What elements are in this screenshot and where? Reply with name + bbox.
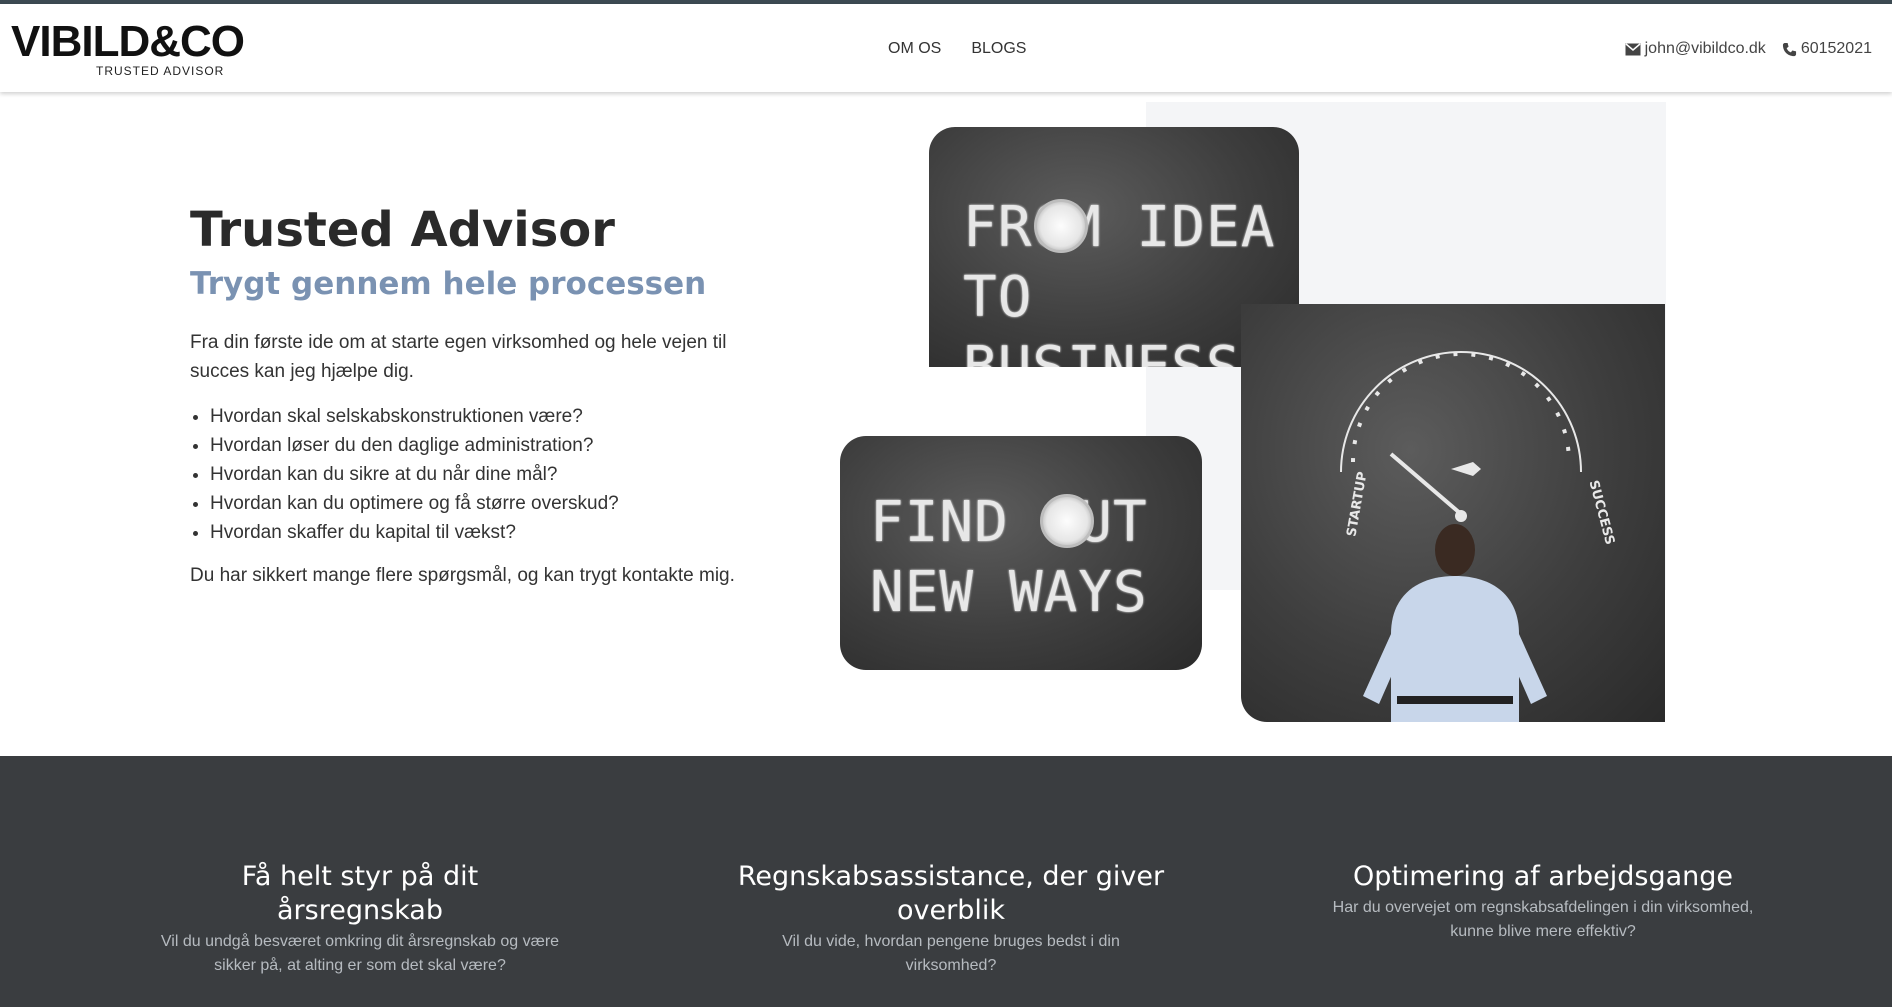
phone-link[interactable]: 60152021 <box>1782 40 1872 58</box>
main-nav: OM OS BLOGS <box>888 40 1026 58</box>
nav-link-blogs[interactable]: BLOGS <box>971 40 1026 58</box>
hero-outro: Du har sikkert mange flere spørgsmål, og… <box>190 565 735 586</box>
header-contact: john@vibildco.dk 60152021 <box>1625 40 1872 58</box>
list-item: Hvordan løser du den daglige administrat… <box>210 431 750 460</box>
feature-title: Optimering af arbejdsgange <box>1352 861 1734 892</box>
site-header: VIBILD&CO TRUSTED ADVISOR OM OS BLOGS jo… <box>0 4 1892 92</box>
feature-title: Få helt styr på dit årsregnskab <box>241 861 479 926</box>
list-item: Hvordan skaffer du kapital til vækst? <box>210 518 750 547</box>
email-link[interactable]: john@vibildco.dk <box>1625 40 1766 58</box>
hero-title: Trusted Advisor <box>190 202 615 258</box>
chalk-text: FIND OUT NEW WAYS <box>870 490 1148 625</box>
list-item: Hvordan skal selskabskonstruktionen være… <box>210 402 750 431</box>
feature-card: Optimering af arbejdsgange Har du overve… <box>1320 860 1766 944</box>
svg-text:SUCCESS: SUCCESS <box>1586 479 1618 547</box>
features-section: Få helt styr på dit årsregnskab Vil du u… <box>0 756 1892 1007</box>
feature-text: Har du overvejet om regnskabsafdelingen … <box>1332 899 1754 940</box>
hero-intro: Fra din første ide om at starte egen vir… <box>190 332 727 382</box>
stopwatch-icon <box>1040 494 1094 548</box>
email-text: john@vibildco.dk <box>1644 40 1766 57</box>
feature-card: Få helt styr på dit årsregnskab Vil du u… <box>160 860 560 978</box>
list-item: Hvordan kan du optimere og få større ove… <box>210 489 750 518</box>
feature-card: Regnskabsassistance, der giver overblik … <box>735 860 1167 978</box>
feature-text: Vil du undgå besværet omkring dit årsreg… <box>160 933 560 974</box>
feature-title: Regnskabsassistance, der giver overblik <box>737 861 1165 926</box>
gauge-illustration: STARTUP SUCCESS <box>1340 351 1618 722</box>
chalkboard-image-find-out-new-ways: FIND OUT NEW WAYS <box>840 436 1202 670</box>
chalkboard-image-startup-gauge: STARTUP SUCCESS <box>1241 304 1665 722</box>
svg-text:STARTUP: STARTUP <box>1344 471 1370 538</box>
logo-tagline: TRUSTED ADVISOR <box>96 64 225 78</box>
nav-link-om-os[interactable]: OM OS <box>888 40 941 58</box>
phone-icon <box>1782 42 1797 57</box>
logo[interactable]: VIBILD&CO TRUSTED ADVISOR <box>11 18 261 80</box>
feature-text: Vil du vide, hvordan pengene bruges beds… <box>782 933 1120 974</box>
envelope-icon <box>1625 42 1641 56</box>
hero-subtitle: Trygt gennem hele processen <box>190 266 707 302</box>
list-item: Hvordan kan du sikre at du når dine mål? <box>210 460 750 489</box>
stopwatch-icon <box>1034 199 1088 253</box>
phone-text: 60152021 <box>1800 40 1872 57</box>
hero-text-section: Trusted Advisor Trygt gennem hele proces… <box>190 200 750 590</box>
logo-wordmark: VIBILD&CO <box>11 17 245 66</box>
question-list: Hvordan skal selskabskonstruktionen være… <box>190 402 750 547</box>
